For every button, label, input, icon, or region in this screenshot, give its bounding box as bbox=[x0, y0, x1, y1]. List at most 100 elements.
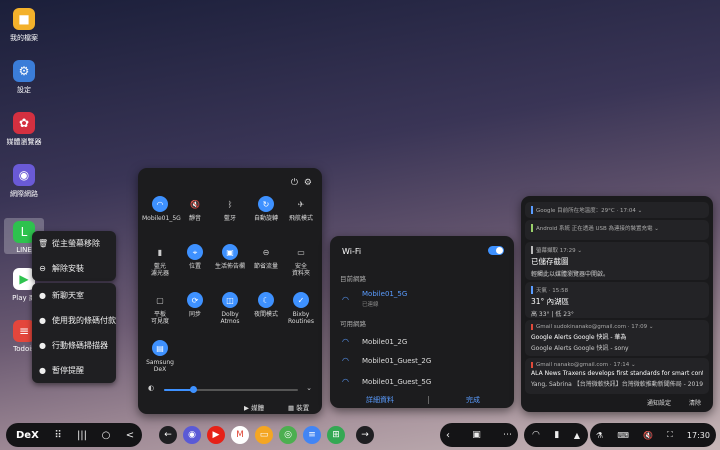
notification-card[interactable]: 天氣 · 15:58 31° 內湖區高 33° | 低 23° bbox=[525, 282, 709, 318]
notification-source: Gmail nanako@gmail.com · 17:14 ⌄ bbox=[531, 362, 703, 368]
uninstall-item[interactable]: ⊖ 解除安裝 bbox=[32, 256, 116, 281]
quick-tile[interactable]: ✓ Bixby Routines bbox=[283, 292, 319, 325]
clock[interactable]: 17:30 bbox=[687, 431, 710, 440]
keyboard-icon[interactable]: ⌨ bbox=[617, 431, 629, 440]
quick-tile-label: 生活佈告欄 bbox=[214, 263, 245, 270]
quick-tile-icon: ◫ bbox=[222, 292, 238, 308]
desktop-icon[interactable]: ⚙ 設定 bbox=[4, 60, 44, 95]
media-button[interactable]: ▶ 媒體 bbox=[244, 402, 264, 412]
quick-tile[interactable]: ◠ Mobile01_5G bbox=[142, 196, 181, 222]
desktop-icon-label: 我的檔案 bbox=[10, 34, 38, 42]
quick-tile-label: 節省流量 bbox=[253, 263, 278, 270]
signal-icon[interactable]: ▮ bbox=[554, 430, 559, 440]
chevron-left-icon[interactable]: ‹ bbox=[446, 430, 450, 441]
network-item[interactable]: ◠ Mobile01_Guest_5G bbox=[342, 377, 431, 386]
current-network[interactable]: ◠ Mobile01_5G 已連線 bbox=[342, 290, 407, 308]
scroll-left-button[interactable]: ← bbox=[159, 426, 177, 444]
slides-app[interactable]: ▭ bbox=[255, 426, 273, 444]
notification-source: Google 目前所在地溫度：29°C · 17:04 ⌄ bbox=[531, 206, 703, 214]
chevron-down-icon[interactable]: ⌄ bbox=[306, 384, 312, 392]
gear-icon[interactable]: ⚙ bbox=[304, 178, 312, 188]
notification-title: Google Alerts Google 快訊 - 華為 bbox=[531, 334, 627, 341]
power-icon[interactable]: ⏻ bbox=[291, 178, 298, 188]
home-icon[interactable]: ○ bbox=[94, 430, 118, 441]
done-button[interactable]: 完成 bbox=[466, 395, 480, 405]
sheets-app[interactable]: ⊞ bbox=[327, 426, 345, 444]
notification-settings-button[interactable]: 通知設定 bbox=[647, 398, 671, 407]
quick-tile[interactable]: ⟳ 同步 bbox=[177, 292, 213, 318]
desktop-icon[interactable]: ✿ 媒體瀏覽器 bbox=[4, 112, 44, 147]
quick-tile[interactable]: ◫ Dolby Atmos bbox=[212, 292, 248, 325]
back-icon[interactable]: < bbox=[118, 430, 142, 441]
notification-card[interactable]: Android 系統 正在透過 USB 為連接的裝置充電 ⌄ bbox=[525, 220, 709, 240]
brightness-slider[interactable]: ◐ ⌄ bbox=[148, 384, 312, 394]
wifi-status-icon[interactable]: ◠ bbox=[532, 430, 540, 440]
available-networks-header: 可用網路 bbox=[340, 320, 366, 328]
mute-icon[interactable]: 🔇 bbox=[643, 431, 653, 440]
qr-scanner-item[interactable]: ● 行動條碼掃描器 bbox=[32, 333, 116, 358]
details-button[interactable]: 詳細資料 bbox=[366, 395, 394, 405]
quick-tile[interactable]: 🔇 靜音 bbox=[177, 196, 213, 222]
divider bbox=[428, 396, 429, 404]
notification-card[interactable]: 螢幕擷取 17:29 ⌄ 已儲存截圖 輕觸此以媒體瀏覽器中開啟。 bbox=[525, 242, 709, 280]
quick-tile[interactable]: ▣ 生活佈告欄 bbox=[212, 244, 248, 270]
wifi-toggle[interactable] bbox=[488, 246, 504, 255]
more-icon[interactable]: ⋯ bbox=[503, 430, 512, 440]
quick-tile[interactable]: ᛒ 藍牙 bbox=[212, 196, 248, 222]
quick-tile-label: 同步 bbox=[188, 311, 201, 318]
notification-card[interactable]: Gmail nanako@gmail.com · 17:14 ⌄ ALA News… bbox=[525, 358, 709, 394]
trash-icon: 🗑 bbox=[38, 239, 49, 248]
quick-tile-icon: ↻ bbox=[258, 196, 274, 212]
chrome-app[interactable]: ◎ bbox=[279, 426, 297, 444]
quick-tile[interactable]: ▮ 藍光 濾光器 bbox=[142, 244, 178, 277]
screenshot-icon[interactable]: ⛶ bbox=[667, 430, 673, 440]
pause-reminder-item[interactable]: ● 暫停提醒 bbox=[32, 358, 116, 383]
notification-card[interactable]: Gmail sudokinanako@gmail.com · 17:09 ⌄ Go… bbox=[525, 320, 709, 356]
clear-button[interactable]: 清除 bbox=[689, 398, 701, 407]
chat-icon: ● bbox=[39, 291, 46, 300]
brightness-knob[interactable] bbox=[190, 386, 197, 393]
quick-tile-label: 位置 bbox=[188, 263, 201, 270]
desktop-icon[interactable]: ◉ 網際網路 bbox=[4, 164, 44, 199]
gallery-icon[interactable]: ▣ bbox=[472, 430, 481, 440]
quick-tile-label: 藍光 濾光器 bbox=[150, 263, 169, 277]
recent-apps-icon[interactable]: ||| bbox=[70, 430, 94, 441]
quick-tile-icon: ◠ bbox=[152, 196, 168, 212]
notification-body: 高 33° | 低 23° bbox=[531, 311, 574, 318]
network-item[interactable]: ◠ Mobile01_2G bbox=[342, 337, 407, 346]
quick-tile-icon: ✓ bbox=[293, 292, 309, 308]
device-button[interactable]: ▦ 裝置 bbox=[288, 402, 309, 412]
context-menu-group-2: ● 新聊天室 ● 使用我的條碼付款 ● 行動條碼掃描器 ● 暫停提醒 bbox=[32, 283, 116, 383]
desktop-icon-label: 媒體瀏覽器 bbox=[6, 138, 42, 146]
quick-tile-icon: ⟳ bbox=[187, 292, 203, 308]
notification-source: 天氣 · 15:58 bbox=[531, 286, 703, 294]
dex-label[interactable]: DeX bbox=[16, 430, 46, 441]
notification-card[interactable]: Google 目前所在地溫度：29°C · 17:04 ⌄ bbox=[525, 202, 709, 218]
chevron-up-icon[interactable]: ▲ bbox=[574, 431, 580, 440]
quick-tile[interactable]: ⊖ 節省流量 bbox=[248, 244, 284, 270]
quick-tile[interactable]: ▭ 安全 資料夾 bbox=[283, 244, 319, 277]
desktop-icon[interactable]: ■ 我的檔案 bbox=[4, 8, 44, 43]
docs-app[interactable]: ≡ bbox=[303, 426, 321, 444]
apps-grid-icon[interactable]: ⠿ bbox=[46, 430, 70, 441]
new-chat-item[interactable]: ● 新聊天室 bbox=[32, 283, 116, 308]
remove-from-home-item[interactable]: 🗑 從主螢幕移除 bbox=[32, 231, 116, 256]
scroll-right-button[interactable]: → bbox=[356, 426, 374, 444]
quick-tile[interactable]: ☾ 夜間模式 bbox=[248, 292, 284, 318]
quick-tile[interactable]: ↻ 自動旋轉 bbox=[248, 196, 284, 222]
youtube-app[interactable]: ▶ bbox=[207, 426, 225, 444]
quick-tile[interactable]: ▢ 平板 可見度 bbox=[142, 292, 178, 325]
wifi-icon: ◠ bbox=[342, 377, 349, 386]
quick-tile-icon: ᛒ bbox=[227, 199, 233, 209]
quick-tile[interactable]: ▤ Samsung DeX bbox=[142, 340, 178, 373]
wifi-panel: Wi-Fi 目前網路 ◠ Mobile01_5G 已連線 可用網路 ◠ Mobil… bbox=[330, 236, 514, 408]
quick-tile[interactable]: ✈ 飛航模式 bbox=[283, 196, 319, 222]
quick-tile[interactable]: ⌖ 位置 bbox=[177, 244, 213, 270]
network-item[interactable]: ◠ Mobile01_Guest_2G bbox=[342, 356, 431, 365]
quick-tile-label: Samsung DeX bbox=[146, 359, 174, 373]
internet-app[interactable]: ◉ bbox=[183, 426, 201, 444]
quick-tile-icon: ⊖ bbox=[262, 247, 270, 257]
pay-barcode-item[interactable]: ● 使用我的條碼付款 bbox=[32, 308, 116, 333]
gmail-app[interactable]: M bbox=[231, 426, 249, 444]
barcode-icon: ● bbox=[39, 316, 46, 325]
